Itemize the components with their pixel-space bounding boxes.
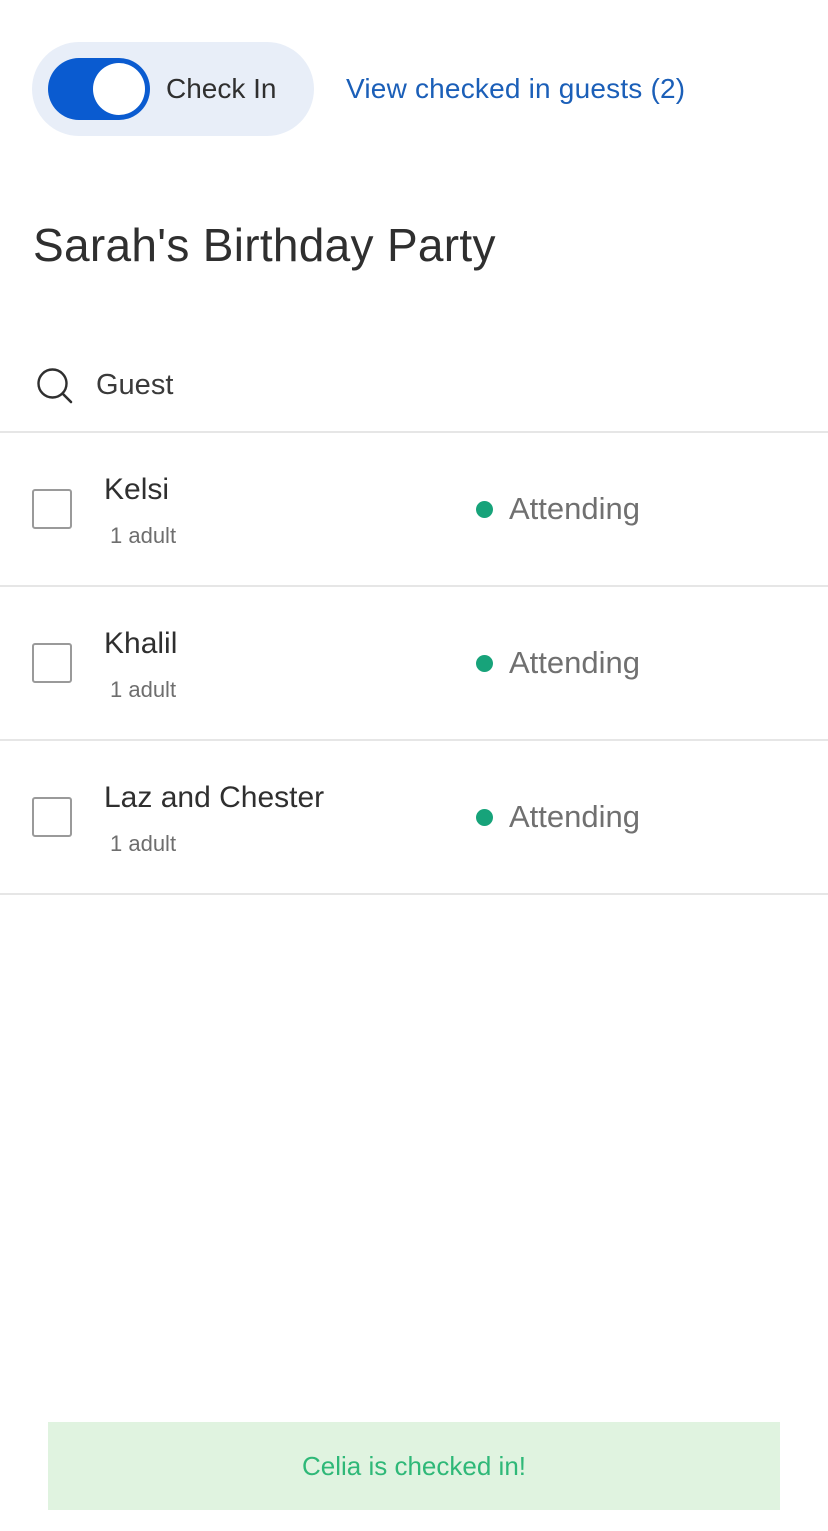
guest-search-input[interactable] [96,369,696,402]
top-bar: Check In View checked in guests (2) [32,42,796,136]
checkin-toggle-switch[interactable] [48,58,150,120]
attending-status-dot-icon [476,808,493,826]
guest-party-size: 1 adult [110,523,177,548]
guest-checkbox[interactable] [32,489,72,529]
guest-status: Attending [476,491,640,527]
guest-status-label: Attending [509,645,640,680]
checkin-toggle-label: Check In [166,73,277,104]
guest-status: Attending [476,799,640,835]
guest-name: Laz and Chester [104,781,325,814]
attending-status-dot-icon [476,500,493,518]
checkin-toggle-pill[interactable]: Check In [32,42,314,136]
checkin-success-toast: Celia is checked in! [48,1422,780,1510]
view-checked-in-guests-link[interactable]: View checked in guests (2) [346,73,685,105]
guest-checkin-page: Check In View checked in guests (2) Sara… [0,0,828,1531]
guest-row: Khalil 1 adult Attending [0,587,828,741]
toast-message: Celia is checked in! [302,1450,526,1481]
guest-row: Laz and Chester 1 adult Attending [0,741,828,895]
guest-row: Kelsi 1 adult Attending [0,433,828,587]
guest-status-label: Attending [509,491,640,526]
guest-search-bar [0,340,828,433]
guest-checkbox[interactable] [32,797,72,837]
guest-status-label: Attending [509,799,640,834]
attending-status-dot-icon [476,654,493,672]
guest-party-size: 1 adult [110,677,177,702]
guest-checkbox[interactable] [32,643,72,683]
toggle-knob [93,63,145,115]
search-icon [37,367,73,403]
guest-party-size: 1 adult [110,831,177,856]
guest-status: Attending [476,645,640,681]
guest-name: Khalil [104,627,178,660]
guest-list: Kelsi 1 adult Attending Khalil 1 adult A… [0,433,828,895]
event-title: Sarah's Birthday Party [33,219,496,271]
guest-name: Kelsi [104,473,170,506]
